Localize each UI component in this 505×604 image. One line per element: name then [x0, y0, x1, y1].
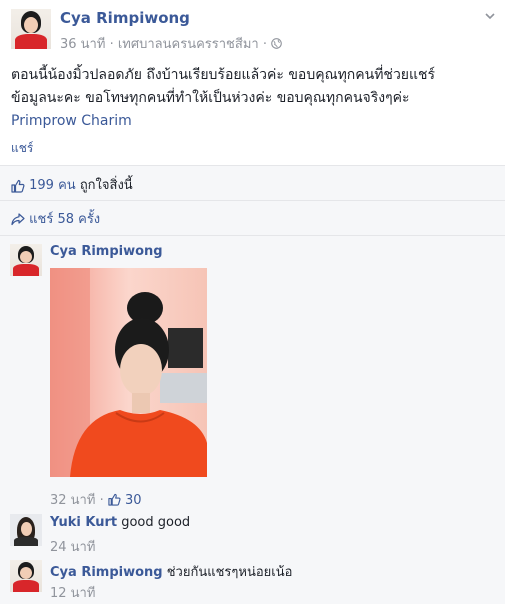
comment-avatar[interactable] — [10, 244, 42, 276]
tagged-person-link[interactable]: Primprow Charim — [11, 110, 495, 133]
comment-time[interactable]: 24 นาที — [50, 536, 95, 557]
comment-author[interactable]: Yuki Kurt — [50, 515, 117, 530]
share-arrow-icon — [11, 213, 25, 226]
share-link[interactable]: แชร์ — [11, 139, 33, 158]
comment-avatar[interactable] — [10, 560, 42, 592]
thumbs-up-icon[interactable] — [108, 493, 121, 506]
likes-count[interactable]: 199 คน — [29, 178, 76, 193]
post-meta: 36 นาที · เทศบาลนครนครราชสีมา · — [60, 33, 282, 54]
globe-icon — [271, 38, 282, 49]
meta-separator: · — [109, 37, 114, 52]
divider — [0, 200, 505, 201]
post-text-line-1: ตอนนี้น้องมิ้วปลอดภัย ถึงบ้านเรียบร้อยแล… — [11, 67, 436, 83]
comment-photo-image — [50, 268, 207, 477]
post-location[interactable]: เทศบาลนครนครราชสีมา — [118, 37, 259, 52]
comment-meta: 32 นาที · 30 — [50, 493, 142, 508]
comment-text: good good — [121, 515, 191, 530]
comment-time[interactable]: 12 นาที — [50, 582, 95, 603]
comment-author[interactable]: Cya Rimpiwong — [50, 565, 163, 580]
comment-like-count[interactable]: 30 — [125, 493, 142, 508]
comment-time[interactable]: 32 นาที — [50, 493, 95, 508]
post-author[interactable]: Cya Rimpiwong — [60, 9, 190, 27]
shares-row[interactable]: แชร์ 58 ครั้ง — [11, 208, 100, 229]
comment-line: Cya Rimpiwong ช่วยกันแชรๆหน่อยเน้อ — [50, 561, 292, 582]
comment-avatar[interactable] — [10, 514, 42, 546]
comment-line: Yuki Kurt good good — [50, 515, 190, 530]
thumbs-up-icon — [11, 179, 25, 193]
chevron-down-icon[interactable] — [484, 10, 496, 22]
post-body: ตอนนี้น้องมิ้วปลอดภัย ถึงบ้านเรียบร้อยแล… — [11, 64, 495, 133]
post-text-line-2: ข้อมูลนะคะ ขอโทษทุกคนที่ทำให้เป็นห่วงค่ะ… — [11, 90, 410, 106]
likes-row[interactable]: 199 คน ถูกใจสิ่งนี้ — [11, 174, 133, 195]
author-avatar[interactable] — [11, 9, 51, 49]
shares-count[interactable]: แชร์ 58 ครั้ง — [29, 212, 100, 227]
comment-author[interactable]: Cya Rimpiwong — [50, 244, 163, 259]
meta-separator-2: · — [262, 37, 267, 52]
likes-label: ถูกใจสิ่งนี้ — [79, 178, 133, 193]
comment-text: ช่วยกันแชรๆหน่อยเน้อ — [166, 565, 293, 580]
comment-photo[interactable] — [50, 268, 207, 477]
divider — [0, 235, 505, 236]
divider — [0, 165, 505, 166]
post-time[interactable]: 36 นาที — [60, 37, 105, 52]
